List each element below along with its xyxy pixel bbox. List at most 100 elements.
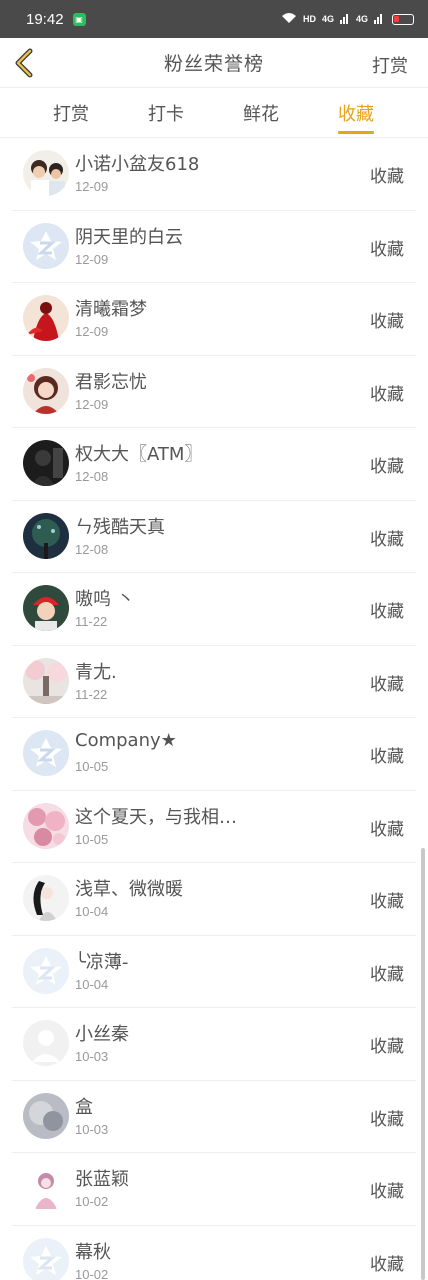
favorite-date: 10-02 [75,1194,109,1209]
avatar[interactable] [23,367,69,414]
action-label: 收藏 [370,819,404,840]
signal-icon-1 [339,10,350,28]
hd-label: HD [302,14,316,24]
user-name[interactable]: 浅草、微微暖 [75,875,183,901]
user-name[interactable]: 这个夏天，与我相… [75,803,237,829]
avatar[interactable] [23,657,69,704]
user-name[interactable]: ㄣ残酷天真 [75,513,165,539]
tab-checkin[interactable]: 打卡 [131,88,201,138]
page-title: 粉丝荣誉榜 [163,53,264,75]
list-item[interactable]: 幕秋 10-02 收藏 [12,1226,416,1280]
list-item[interactable]: 阴天里的白云 12-09 收藏 [12,211,416,283]
action-label: 收藏 [370,457,404,477]
avatar[interactable] [23,1020,69,1066]
user-name[interactable]: 青尢. [75,658,117,684]
status-icons: HD 4G 4G [281,10,414,28]
list-item[interactable]: 浅草、微微暖 10-04 收藏 [12,863,416,936]
action-label: 收藏 [370,602,404,622]
avatar[interactable] [23,1165,69,1211]
network-label-2: 4G [355,14,368,24]
favorite-date: 10-03 [75,1121,109,1137]
action-label: 收藏 [370,167,404,187]
list-item[interactable]: ╰凉薄- 10-04 收藏 [12,936,416,1008]
tab-favorites[interactable]: 收藏 [321,88,391,138]
status-time: 19:42 [26,10,64,28]
tab-bar: 打赏 打卡 鲜花 收藏 [0,88,428,138]
avatar[interactable] [23,222,69,269]
favorite-date: 11-22 [75,686,108,702]
user-name[interactable]: 君影忘忧 [75,368,147,394]
avatar[interactable] [23,585,69,631]
list-item[interactable]: 权大大〖ATM〗 12-08 收藏 [12,428,416,501]
action-label: 收藏 [370,1109,404,1130]
avatar[interactable] [23,947,69,994]
avatar[interactable] [23,875,69,921]
user-name[interactable]: 张蓝颖 [75,1165,129,1191]
user-name[interactable]: 小丝秦 [75,1020,129,1046]
favorite-date: 12-09 [75,251,109,267]
user-name[interactable]: 幕秋 [75,1238,111,1264]
user-name[interactable]: 嗷呜 丶 [75,585,135,611]
avatar[interactable] [23,150,69,196]
favorite-date: 12-09 [75,179,109,194]
action-label: 收藏 [370,747,404,767]
favorite-date: 10-03 [75,1049,109,1064]
app-notification-icon: ▣ [72,12,86,26]
tab-flowers[interactable]: 鲜花 [226,88,296,138]
favorite-date: 12-09 [75,324,109,339]
favorite-date: 12-08 [75,541,109,557]
user-name[interactable]: 小诺小盆友618 [75,150,199,176]
favorite-date: 10-05 [75,759,109,774]
action-label: 收藏 [370,1182,404,1202]
favorite-date: 10-04 [75,976,109,992]
list-item[interactable]: 这个夏天，与我相… 10-05 收藏 [12,791,416,863]
scrollbar[interactable] [421,848,425,1280]
tab-label: 打赏 [53,104,89,125]
list-item[interactable]: 张蓝颖 10-02 收藏 [12,1153,416,1226]
list-item[interactable]: 盒 10-03 收藏 [12,1081,416,1153]
signal-icon-2 [374,10,384,28]
list-item[interactable]: 嗷呜 丶 11-22 收藏 [12,573,416,646]
list-item[interactable]: 小丝秦 10-03 收藏 [12,1008,416,1081]
reward-button[interactable]: 打赏 [372,52,408,78]
user-name[interactable]: 权大大〖ATM〗 [75,440,202,466]
user-name[interactable]: Company★ [75,730,177,751]
list-item[interactable]: 青尢. 11-22 收藏 [12,646,416,718]
action-label: 收藏 [370,674,404,695]
avatar[interactable] [23,1092,69,1139]
tab-label: 收藏 [338,104,374,125]
user-name[interactable]: 清曦霜梦 [75,295,147,321]
avatar[interactable] [23,802,69,849]
battery-icon [392,13,414,25]
list-item[interactable]: ㄣ残酷天真 12-08 收藏 [12,501,416,573]
list-item[interactable]: 清曦霜梦 12-09 收藏 [12,283,416,356]
favorite-date: 10-04 [75,904,109,919]
favorite-date: 12-09 [75,396,109,412]
favorite-date: 12-08 [75,469,109,484]
wifi-icon [281,10,297,28]
avatar[interactable] [23,440,69,486]
avatar[interactable] [23,295,69,341]
action-label: 收藏 [370,384,404,405]
favorite-date: 11-22 [75,614,108,629]
user-name[interactable]: 阴天里的白云 [75,223,183,249]
tab-reward[interactable]: 打赏 [36,88,106,138]
nav-header: 粉丝荣誉榜 打赏 [0,38,428,88]
list-item[interactable]: Company★ 10-05 收藏 [12,718,416,791]
list-item[interactable]: 君影忘忧 12-09 收藏 [12,356,416,428]
user-name[interactable]: ╰凉薄- [75,948,128,974]
favorite-date: 10-02 [75,1266,109,1280]
back-button[interactable] [8,47,40,79]
action-label: 收藏 [370,892,404,912]
avatar[interactable] [23,730,69,776]
list-item[interactable]: 小诺小盆友618 12-09 收藏 [12,138,416,211]
action-label: 收藏 [370,239,404,260]
user-name[interactable]: 盒 [75,1093,93,1119]
action-label: 收藏 [370,964,404,985]
status-bar: 19:42 ▣ HD 4G 4G [0,0,428,38]
avatar[interactable] [23,1237,69,1280]
action-label: 收藏 [370,1254,404,1275]
tab-label: 鲜花 [243,104,279,125]
avatar[interactable] [23,512,69,559]
tab-label: 打卡 [148,104,184,125]
